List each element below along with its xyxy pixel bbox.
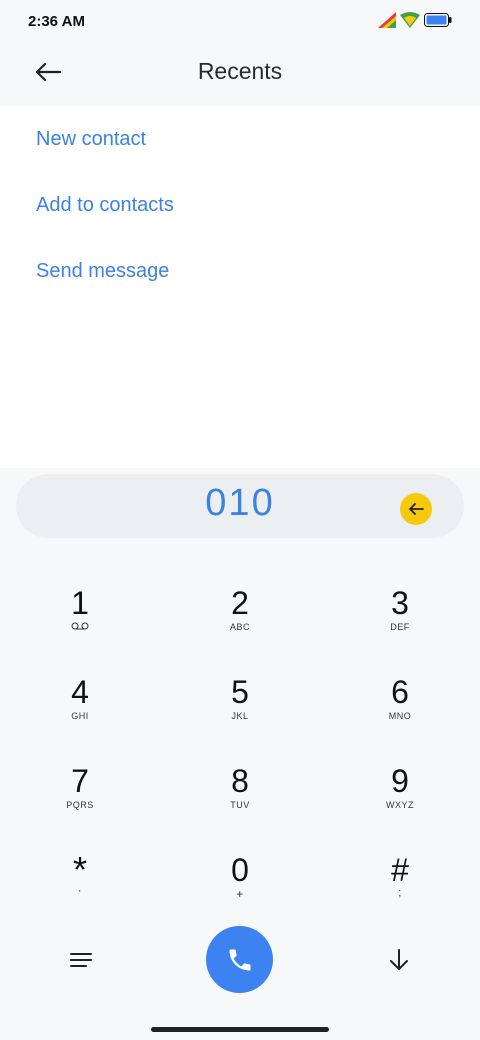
key-4[interactable]: 4 GHI [10,669,150,749]
page-title: Recents [197,58,283,84]
key-letters: PQRS [66,800,94,810]
key-digit: 9 [391,763,409,799]
key-8[interactable]: 8 TUV [170,758,310,838]
key-letters: JKL [231,711,249,721]
key-digit: 3 [391,585,409,621]
dialed-number: 010 [205,482,275,524]
key-digit: 8 [231,763,249,799]
status-icons [378,12,452,28]
key-digit: 7 [71,763,89,799]
add-to-contacts-link[interactable]: Add to contacts [36,194,174,217]
key-digit: # [391,852,409,888]
key-3[interactable]: 3 DEF [330,580,470,660]
key-letters: + [236,887,244,901]
backspace-icon [409,503,424,515]
key-letters: GHI [71,711,89,721]
key-9[interactable]: 9 WXYZ [330,758,470,838]
key-letters: ; [398,887,402,899]
key-letters: WXYZ [386,800,414,810]
dialpad-area: 010 1 2 ABC 3 DEF 4 GHI 5 JKL 6 MNO 7 PQ… [0,468,480,1020]
delete-button[interactable] [400,493,432,525]
key-letters: , [78,883,82,893]
key-digit: 5 [231,674,249,710]
key-digit: 4 [71,674,89,710]
wifi-icon [400,12,420,28]
new-contact-link[interactable]: New contact [36,128,146,151]
status-time: 2:36 AM [28,13,85,30]
phone-icon [229,949,250,970]
key-letters: TUV [230,800,250,810]
key-digit: 1 [71,585,89,621]
key-1[interactable]: 1 [10,580,150,660]
menu-icon [70,953,92,967]
key-star[interactable]: * , [10,847,150,927]
number-field[interactable]: 010 [16,474,464,538]
call-button[interactable] [206,926,273,993]
collapse-dialpad-button[interactable] [375,936,423,984]
status-bar: 2:36 AM [0,0,480,44]
key-digit: * [72,849,87,890]
signal-icon [378,12,396,28]
key-6[interactable]: 6 MNO [330,669,470,749]
battery-icon [424,13,452,27]
key-letters: ABC [229,622,250,632]
voicemail-icon [71,622,89,630]
home-indicator[interactable] [151,1027,329,1032]
menu-button[interactable] [57,936,105,984]
key-digit: 0 [231,852,249,888]
send-message-link[interactable]: Send message [36,260,169,283]
header: Recents [0,44,480,106]
key-letters: DEF [390,622,410,632]
key-hash[interactable]: # ; [330,847,470,927]
arrow-down-icon [390,949,408,970]
key-2[interactable]: 2 ABC [170,580,310,660]
key-digit: 2 [231,585,249,621]
key-digit: 6 [391,674,409,710]
actions-list: New contact Add to contacts Send message [0,106,480,468]
key-7[interactable]: 7 PQRS [10,758,150,838]
key-0[interactable]: 0 + [170,847,310,927]
key-letters: MNO [388,711,412,721]
key-5[interactable]: 5 JKL [170,669,310,749]
